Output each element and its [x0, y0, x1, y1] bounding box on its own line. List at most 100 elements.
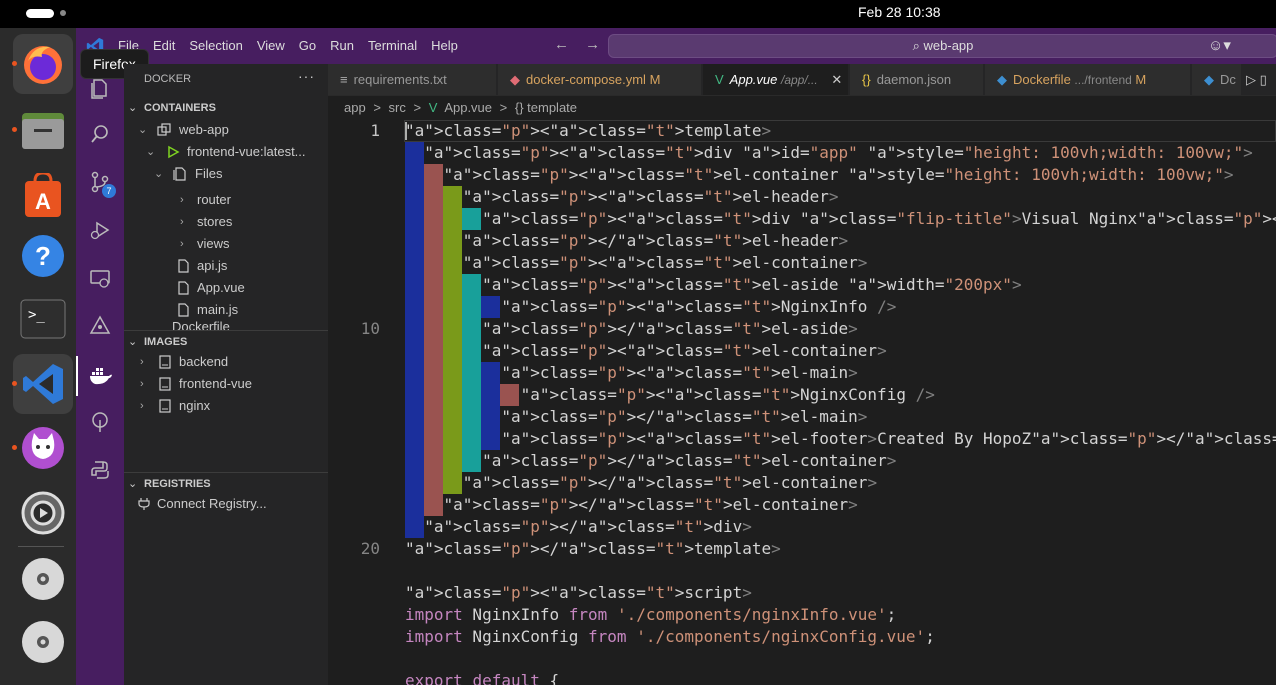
code-line: "a">class="p"><"a">class="t">el-containe… — [482, 341, 887, 360]
menu-run[interactable]: Run — [330, 38, 354, 53]
text-file-icon: ≡ — [340, 72, 348, 87]
editor-tabs: ≡ requirements.txt ◆ docker-compose.yml M … — [328, 64, 1276, 96]
service-frontend-vue[interactable]: ⌄ frontend-vue:latest... — [124, 141, 328, 163]
image-nginx[interactable]: › nginx — [124, 395, 328, 417]
more-actions-icon[interactable]: ··· — [298, 68, 315, 84]
container-web-app[interactable]: ⌄ web-app — [124, 119, 328, 141]
copilot-icon[interactable]: ☺▾ — [1208, 36, 1231, 54]
file-main-js[interactable]: main.js — [124, 299, 328, 321]
code-line: "a">class="p"><"a">class="t">NginxConfig… — [520, 385, 935, 404]
line-number: 10 — [360, 319, 380, 338]
workspace-name: web-app — [923, 38, 974, 53]
menu-view[interactable]: View — [257, 38, 285, 53]
json-icon: {} — [862, 72, 871, 87]
image-backend[interactable]: › backend — [124, 351, 328, 373]
chevron-down-icon: ⌄ — [128, 336, 138, 348]
code-line: "a">class="p"></"a">class="t">el-aside> — [482, 319, 858, 338]
back-arrow-icon[interactable]: ← — [554, 36, 569, 53]
tab-requirements[interactable]: ≡ requirements.txt — [328, 64, 497, 95]
tab-dockerfile[interactable]: ◆ Dockerfile .../frontend M — [985, 64, 1191, 95]
breadcrumb-item[interactable]: app — [344, 100, 366, 115]
tab-overflow[interactable]: ◆ Dc — [1192, 64, 1242, 95]
code-line: "a">class="p"><"a">class="t">el-main> — [501, 363, 858, 382]
image-label: backend — [179, 354, 229, 369]
menu-help[interactable]: Help — [431, 38, 458, 53]
folder-views[interactable]: › views — [124, 233, 328, 255]
code-editor[interactable]: 1 10 20 "a">class="p"><"a">class="t">tem… — [328, 120, 1276, 685]
files-icon — [173, 167, 186, 181]
help-icon[interactable]: ? — [13, 226, 73, 286]
settings-icon[interactable] — [13, 483, 73, 543]
vscode-icon[interactable] — [13, 354, 73, 414]
code-line: "a">class="p"><"a">class="t">el-header> — [462, 187, 839, 206]
tree-icon[interactable] — [76, 402, 124, 442]
tab-app-vue[interactable]: V App.vue /app/... ✕ — [703, 64, 849, 95]
command-center-search[interactable]: ⌕ web-app — [608, 34, 1276, 58]
running-icon — [168, 145, 180, 159]
plug-icon — [138, 498, 150, 510]
nav-arrows: ← → — [554, 36, 600, 53]
app-center-icon[interactable]: A — [13, 166, 73, 226]
source-control-icon[interactable]: 7 — [76, 162, 124, 202]
folder-label: stores — [197, 214, 233, 229]
menu-go[interactable]: Go — [299, 38, 316, 53]
remote-explorer-icon[interactable] — [76, 258, 124, 298]
menu-edit[interactable]: Edit — [153, 38, 175, 53]
folder-stores[interactable]: › stores — [124, 211, 328, 233]
cat-app-icon[interactable] — [13, 418, 73, 478]
code-line: "a">class="p"></"a">class="t">el-header> — [462, 231, 849, 250]
files-icon[interactable] — [13, 100, 73, 160]
registries-section[interactable]: ⌄ REGISTRIES — [124, 472, 328, 494]
tab-docker-compose[interactable]: ◆ docker-compose.yml M — [498, 64, 702, 95]
run-debug-icon[interactable] — [76, 210, 124, 250]
code-line: "a">class="p"><"a">class="t">div "a">cla… — [482, 209, 1276, 228]
firefox-icon[interactable] — [13, 34, 73, 94]
images-section[interactable]: ⌄ IMAGES — [124, 330, 328, 352]
file-icon — [178, 303, 189, 317]
git-graph-icon[interactable] — [76, 306, 124, 346]
breadcrumb-separator: > — [413, 100, 422, 115]
vue-icon: V — [715, 72, 724, 87]
containers-section[interactable]: ⌄ CONTAINERS — [124, 97, 328, 119]
chevron-down-icon: ⌄ — [128, 102, 138, 114]
code-line: export default { — [405, 671, 560, 685]
close-icon[interactable]: ✕ — [831, 72, 842, 87]
forward-arrow-icon[interactable]: → — [585, 36, 600, 53]
folder-router[interactable]: › router — [124, 189, 328, 211]
menu-selection[interactable]: Selection — [189, 38, 242, 53]
clock[interactable]: Feb 28 10:38 — [0, 4, 1276, 20]
breadcrumb-item[interactable]: App.vue — [444, 100, 492, 115]
file-api-js[interactable]: api.js — [124, 255, 328, 277]
file-label: App.vue — [197, 280, 245, 295]
images-label: IMAGES — [144, 336, 188, 348]
code-line: "a">class="p"></"a">class="t">div> — [424, 517, 752, 536]
file-app-vue[interactable]: App.vue — [124, 277, 328, 299]
run-icon[interactable]: ▷ ▯ — [1246, 72, 1267, 88]
svg-text:>_: >_ — [28, 307, 45, 323]
disc-icon[interactable] — [13, 549, 73, 609]
docker-icon[interactable] — [76, 356, 124, 396]
tab-label: docker-compose.yml — [526, 72, 646, 87]
image-label: frontend-vue — [179, 376, 252, 391]
image-frontend-vue[interactable]: › frontend-vue — [124, 373, 328, 395]
breadcrumb-item[interactable]: {} template — [515, 100, 577, 115]
search-icon[interactable] — [76, 114, 124, 154]
chevron-right-icon: › — [140, 356, 144, 368]
code-line: "a">class="p"></"a">class="t">el-contain… — [462, 473, 878, 492]
menu-terminal[interactable]: Terminal — [368, 38, 417, 53]
tab-daemon-json[interactable]: {} daemon.json — [850, 64, 984, 95]
folder-label: views — [197, 236, 230, 251]
files-node[interactable]: ⌄ Files — [124, 163, 328, 185]
python-icon[interactable] — [76, 450, 124, 490]
text-cursor — [405, 122, 407, 140]
code-line: "a">class="p"><"a">class="t">el-containe… — [443, 165, 1234, 184]
image-icon — [159, 355, 171, 369]
docker-sidebar: DOCKER ··· ⌄ CONTAINERS ⌄ web-app ⌄ fron… — [124, 64, 328, 685]
chevron-right-icon: › — [140, 378, 144, 390]
breadcrumb-item[interactable]: src — [389, 100, 406, 115]
chevron-right-icon: › — [180, 238, 184, 250]
connect-registry[interactable]: Connect Registry... — [124, 493, 328, 515]
chevron-down-icon: ⌄ — [146, 146, 156, 158]
terminal-icon[interactable]: >_ — [13, 289, 73, 349]
disc-icon[interactable] — [13, 612, 73, 672]
